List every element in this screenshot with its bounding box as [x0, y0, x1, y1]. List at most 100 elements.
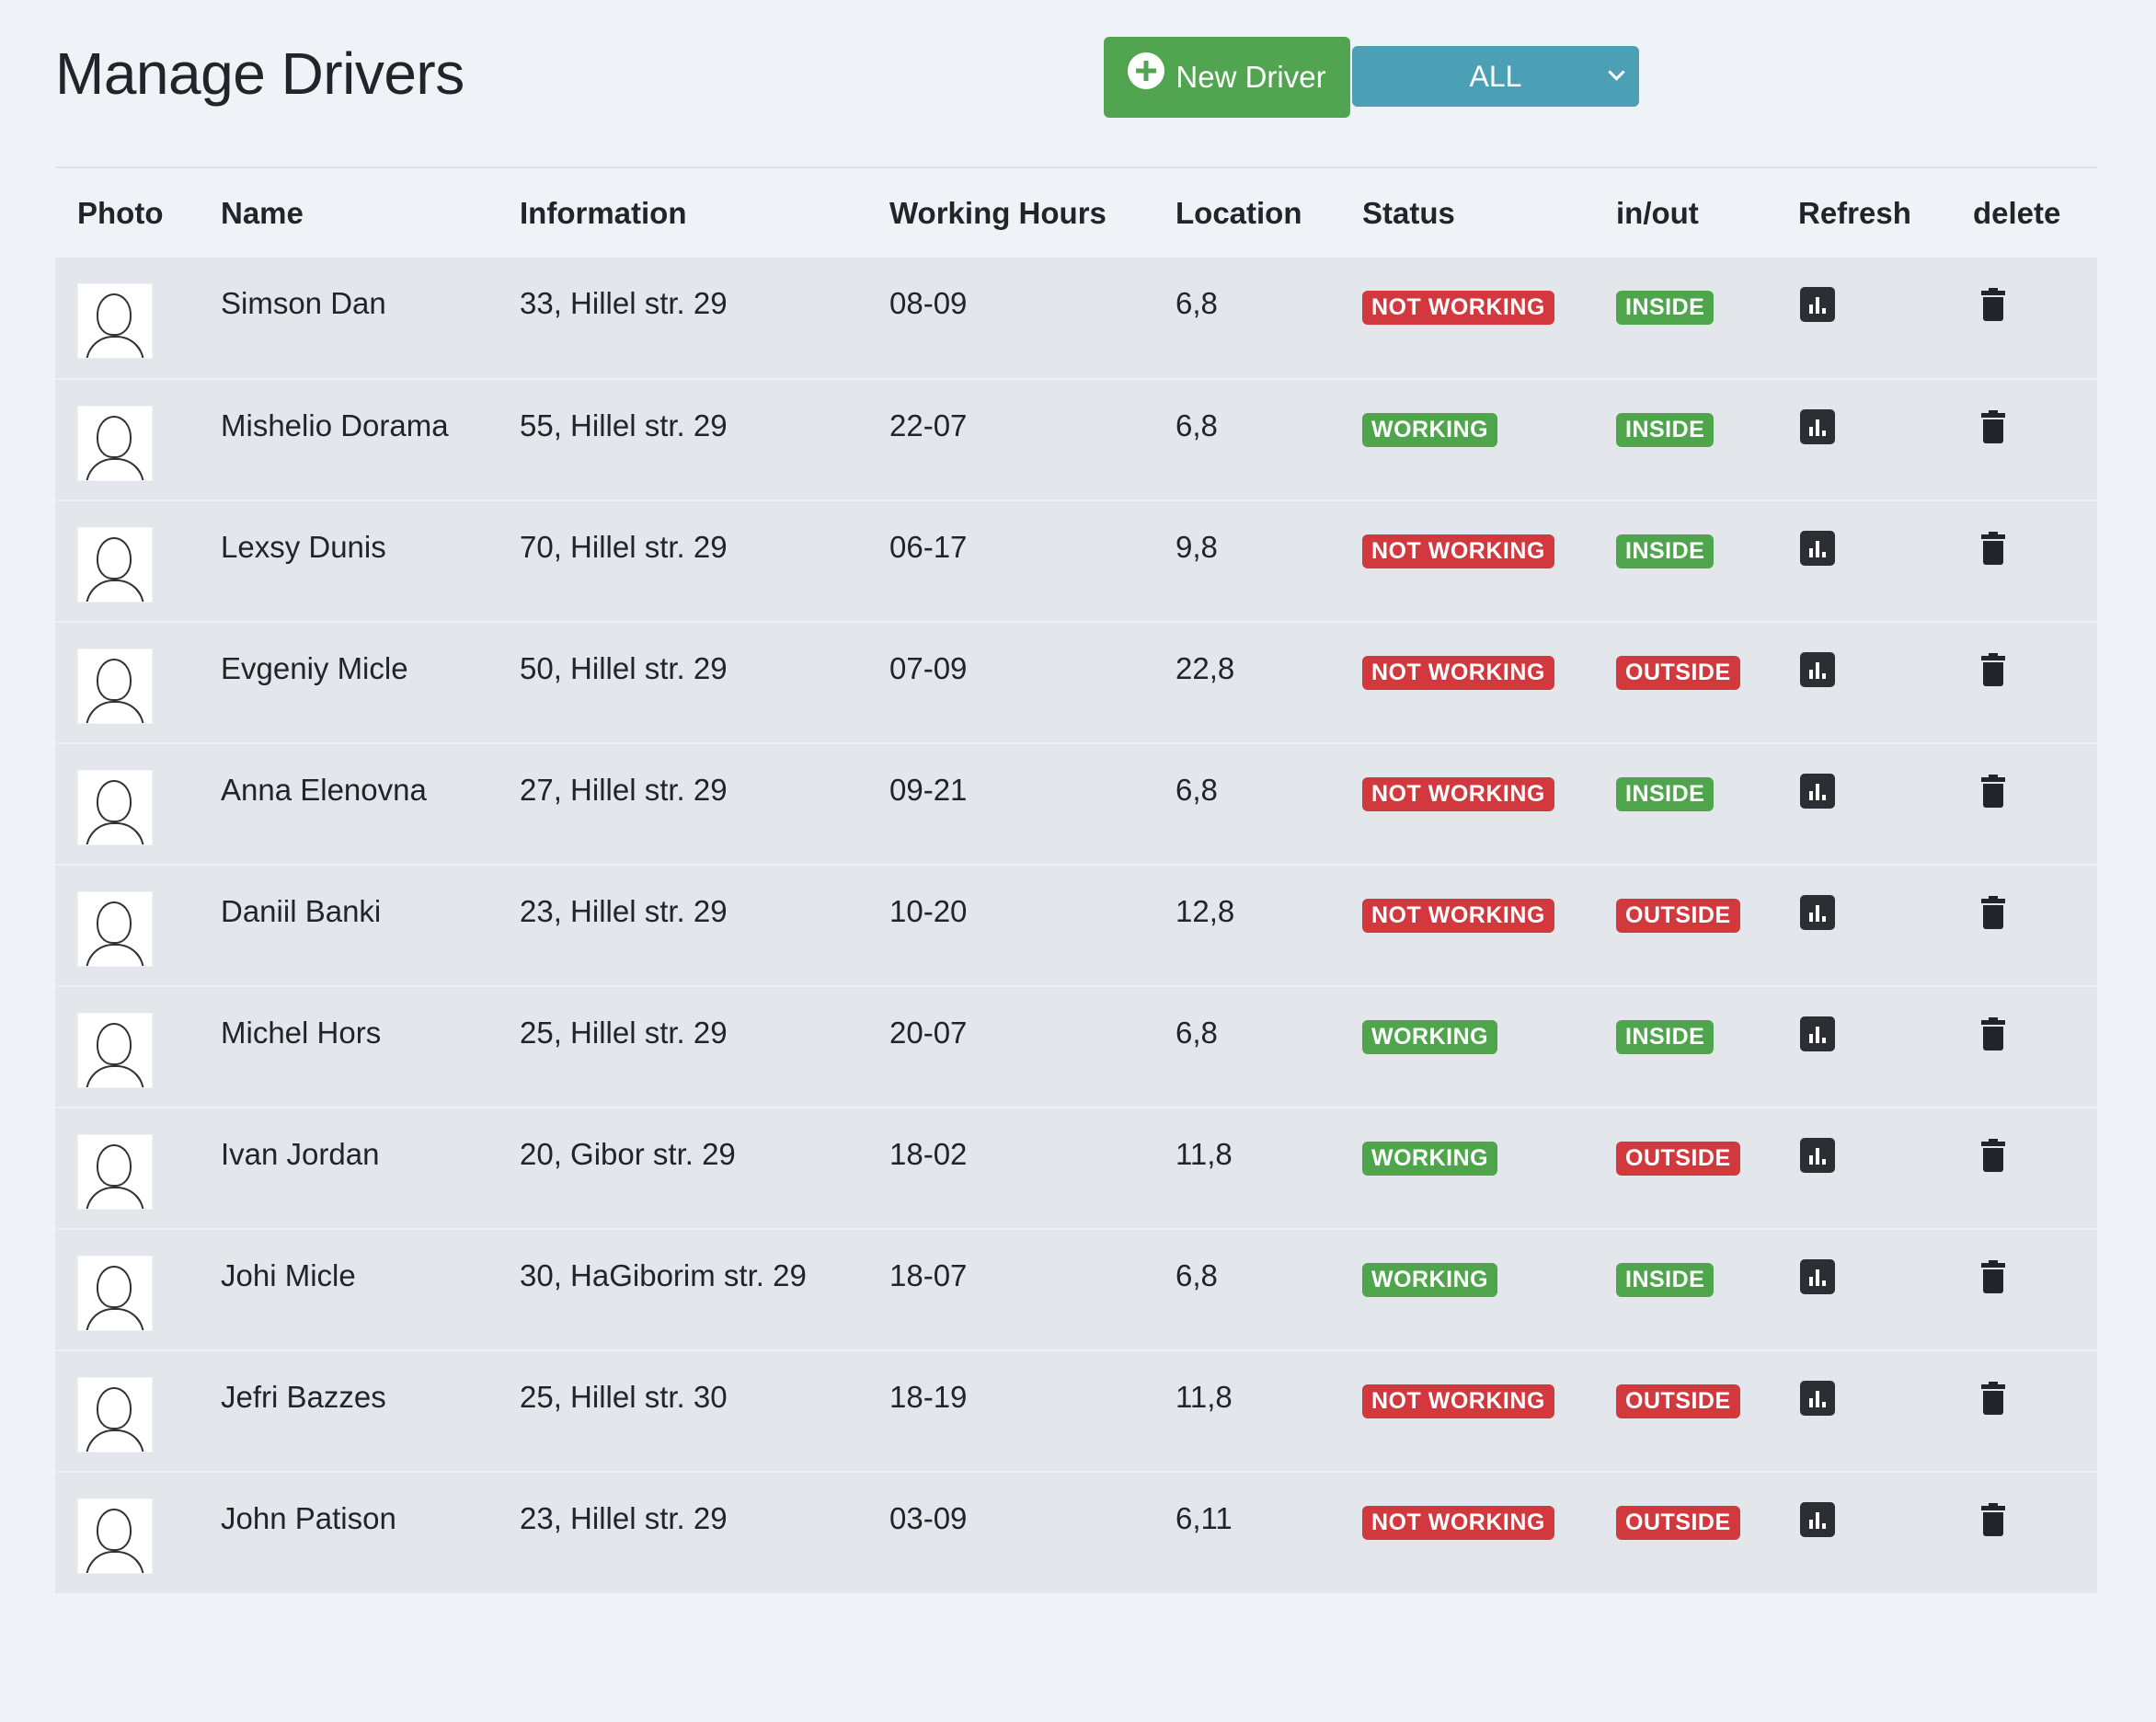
status-cell: NOT WORKING	[1340, 258, 1594, 379]
bar-chart-icon[interactable]	[1800, 1381, 1835, 1416]
driver-information: 23, Hillel str. 29	[520, 1501, 728, 1535]
working-hours-cell: 10-20	[867, 864, 1153, 986]
photo-cell	[55, 258, 199, 379]
header-divider	[55, 166, 2097, 168]
trash-icon[interactable]	[1981, 775, 2005, 808]
column-header-name: Name	[221, 196, 304, 230]
name-cell: Jefri Bazzes	[199, 1349, 498, 1472]
status-cell: NOT WORKING	[1340, 1471, 1594, 1593]
information-cell: 27, Hillel str. 29	[498, 742, 867, 865]
bar-chart-icon[interactable]	[1800, 287, 1835, 322]
avatar	[77, 1134, 153, 1210]
table-row: John Patison 23, Hillel str. 29 03-09 6,11 N…	[55, 1471, 2097, 1593]
location-cell: 6,11	[1153, 1471, 1340, 1593]
refresh-cell	[1776, 499, 1951, 622]
working-hours-cell: 18-02	[867, 1107, 1153, 1229]
photo-cell	[55, 621, 199, 743]
bar-chart-icon[interactable]	[1800, 774, 1835, 809]
avatar-face	[97, 1509, 132, 1551]
trash-icon[interactable]	[1981, 410, 2005, 443]
trash-icon[interactable]	[1981, 896, 2005, 929]
in-out-badge: OUTSIDE	[1616, 656, 1740, 690]
bar-chart-icon[interactable]	[1800, 895, 1835, 930]
delete-cell	[1951, 985, 2097, 1108]
delete-cell	[1951, 1349, 2097, 1472]
status-badge: WORKING	[1362, 1142, 1498, 1176]
avatar-body	[86, 944, 144, 966]
trash-icon[interactable]	[1981, 1503, 2005, 1536]
bar-chart-icon[interactable]	[1800, 531, 1835, 566]
status-badge: NOT WORKING	[1362, 1506, 1554, 1540]
column-header-in-out: in/out	[1616, 196, 1699, 230]
information-cell: 25, Hillel str. 29	[498, 985, 867, 1108]
avatar-face	[97, 1023, 132, 1065]
working-hours-cell: 18-19	[867, 1349, 1153, 1472]
information-cell: 30, HaGiborim str. 29	[498, 1228, 867, 1350]
driver-working-hours: 03-09	[889, 1501, 968, 1535]
trash-icon[interactable]	[1981, 1382, 2005, 1415]
avatar	[77, 770, 153, 845]
trash-icon[interactable]	[1981, 288, 2005, 321]
location-cell: 22,8	[1153, 621, 1340, 743]
driver-location: 11,8	[1175, 1137, 1233, 1171]
status-cell: NOT WORKING	[1340, 742, 1594, 865]
delete-cell	[1951, 864, 2097, 986]
status-badge: WORKING	[1362, 1263, 1498, 1297]
information-cell: 70, Hillel str. 29	[498, 499, 867, 622]
trash-icon[interactable]	[1981, 1017, 2005, 1050]
bar-chart-icon[interactable]	[1800, 1016, 1835, 1051]
column-header-photo: Photo	[77, 196, 164, 230]
new-driver-button[interactable]: New Driver	[1104, 37, 1350, 118]
delete-cell	[1951, 1107, 2097, 1229]
table-header-row: Photo Name Information Working Hours Loc…	[55, 169, 2097, 258]
information-cell: 25, Hillel str. 30	[498, 1349, 867, 1472]
name-cell: Michel Hors	[199, 985, 498, 1108]
avatar-body	[86, 1065, 144, 1087]
in-out-badge: INSIDE	[1616, 413, 1714, 447]
in-out-badge: INSIDE	[1616, 534, 1714, 568]
driver-name: Mishelio Dorama	[221, 408, 449, 442]
information-cell: 55, Hillel str. 29	[498, 378, 867, 500]
delete-cell	[1951, 258, 2097, 379]
status-badge: NOT WORKING	[1362, 656, 1554, 690]
status-cell: WORKING	[1340, 985, 1594, 1108]
bar-chart-icon[interactable]	[1800, 1259, 1835, 1294]
bar-chart-icon[interactable]	[1800, 652, 1835, 687]
status-badge: WORKING	[1362, 1020, 1498, 1054]
trash-icon[interactable]	[1981, 653, 2005, 686]
name-cell: Anna Elenovna	[199, 742, 498, 865]
in-out-badge: OUTSIDE	[1616, 899, 1740, 933]
trash-icon[interactable]	[1981, 1260, 2005, 1293]
driver-location: 22,8	[1175, 651, 1235, 685]
name-cell: Daniil Banki	[199, 864, 498, 986]
bar-chart-icon[interactable]	[1800, 1502, 1835, 1537]
driver-working-hours: 18-19	[889, 1380, 968, 1414]
driver-name: Jefri Bazzes	[221, 1380, 386, 1414]
filter-selected-value: ALL	[1469, 59, 1522, 93]
status-cell: NOT WORKING	[1340, 499, 1594, 622]
in-out-badge: INSIDE	[1616, 1020, 1714, 1054]
refresh-cell	[1776, 1471, 1951, 1593]
avatar-face	[97, 293, 132, 336]
working-hours-cell: 20-07	[867, 985, 1153, 1108]
avatar-body	[86, 1429, 144, 1452]
driver-information: 50, Hillel str. 29	[520, 651, 728, 685]
name-cell: Simson Dan	[199, 258, 498, 379]
trash-icon[interactable]	[1981, 532, 2005, 565]
working-hours-cell: 18-07	[867, 1228, 1153, 1350]
avatar	[77, 283, 153, 359]
in-out-cell: INSIDE	[1594, 1228, 1776, 1350]
in-out-cell: INSIDE	[1594, 378, 1776, 500]
location-cell: 6,8	[1153, 742, 1340, 865]
location-cell: 6,8	[1153, 1228, 1340, 1350]
bar-chart-icon[interactable]	[1800, 409, 1835, 444]
driver-information: 20, Gibor str. 29	[520, 1137, 736, 1171]
bar-chart-icon[interactable]	[1800, 1138, 1835, 1173]
driver-name: Daniil Banki	[221, 894, 382, 928]
in-out-cell: OUTSIDE	[1594, 1349, 1776, 1472]
name-cell: Mishelio Dorama	[199, 378, 498, 500]
driver-information: 70, Hillel str. 29	[520, 530, 728, 564]
status-filter-select[interactable]: ALL	[1352, 46, 1639, 107]
trash-icon[interactable]	[1981, 1139, 2005, 1172]
location-cell: 6,8	[1153, 378, 1340, 500]
